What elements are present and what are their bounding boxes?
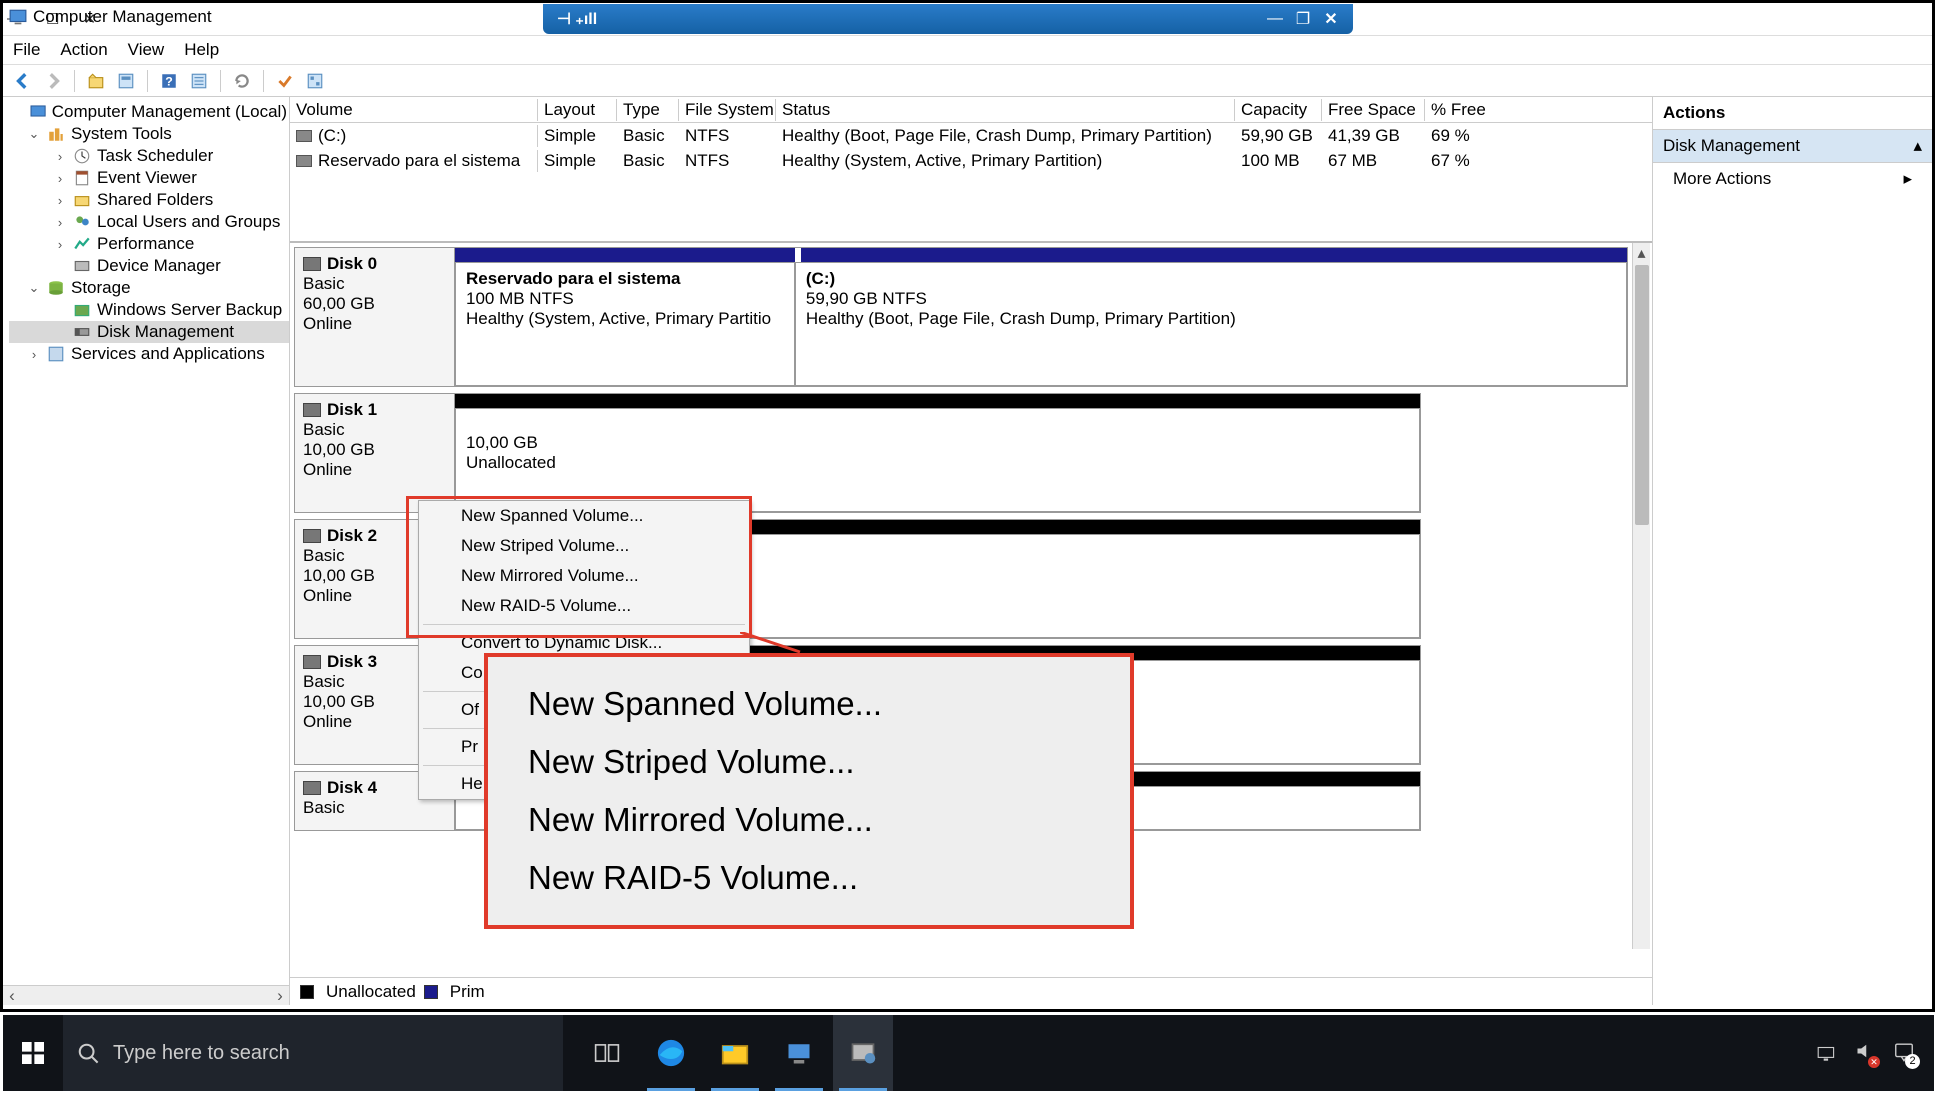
properties-icon[interactable] — [114, 69, 138, 93]
inner-window-titlebar: ⊣ ₊ıll — ❐ ✕ — [543, 4, 1353, 34]
forward-button[interactable] — [41, 69, 65, 93]
menu-action[interactable]: Action — [60, 40, 107, 60]
taskbar-compmgmt[interactable] — [833, 1015, 893, 1091]
disk-icon — [303, 403, 321, 417]
volume-row[interactable]: Reservado para el sistema Simple Basic N… — [290, 148, 1652, 173]
disk-icon — [303, 529, 321, 543]
partition-system-reserved[interactable]: Reservado para el sistema 100 MB NTFS He… — [455, 262, 795, 386]
tree-root[interactable]: Computer Management (Local) — [9, 101, 289, 123]
network-icon[interactable] — [1816, 1044, 1838, 1062]
vertical-scrollbar[interactable]: ▴ — [1632, 243, 1650, 949]
disk-icon — [303, 257, 321, 271]
taskbar-search[interactable]: Type here to search — [63, 1015, 563, 1091]
tree-disk-management[interactable]: Disk Management — [9, 321, 289, 343]
disk-icon — [303, 655, 321, 669]
legend-unallocated-swatch — [300, 985, 314, 999]
legend: Unallocated Prim — [290, 977, 1652, 1005]
inner-close-button[interactable]: ✕ — [1321, 9, 1341, 29]
tree-services-apps[interactable]: ›Services and Applications — [9, 343, 289, 365]
chevron-right-icon: ▸ — [1903, 169, 1912, 189]
ctx-new-spanned[interactable]: New Spanned Volume... — [419, 501, 749, 531]
tree-event-viewer[interactable]: ›Event Viewer — [9, 167, 289, 189]
signal-icon: ⊣ ₊ıll — [557, 9, 597, 29]
menu-file[interactable]: File — [13, 40, 40, 60]
actions-diskmgmt[interactable]: Disk Management▴ — [1653, 130, 1932, 163]
svg-text:?: ? — [165, 74, 173, 88]
computer-mgmt-icon — [9, 8, 27, 26]
ctx-new-mirrored[interactable]: New Mirrored Volume... — [419, 561, 749, 591]
view-list-icon[interactable] — [187, 69, 211, 93]
disk-row-1[interactable]: Disk 1 Basic10,00 GBOnline 10,00 GB Unal… — [294, 393, 1421, 513]
notifications-icon[interactable]: 2 — [1892, 1040, 1916, 1067]
disk-icon — [303, 781, 321, 795]
disk-row-0[interactable]: Disk 0 Basic60,00 GBOnline Reservado par… — [294, 247, 1628, 387]
actions-pane: Actions Disk Management▴ More Actions▸ — [1652, 97, 1932, 1005]
tree-windows-server-backup[interactable]: Windows Server Backup — [9, 299, 289, 321]
tree-task-scheduler[interactable]: ›Task Scheduler — [9, 145, 289, 167]
menu-help[interactable]: Help — [184, 40, 219, 60]
tree-shared-folders[interactable]: ›Shared Folders — [9, 189, 289, 211]
search-icon — [77, 1042, 99, 1064]
partition-unallocated[interactable]: 10,00 GB Unallocated — [455, 408, 1420, 512]
zoom-raid5: New RAID-5 Volume... — [528, 849, 1090, 907]
up-icon[interactable] — [84, 69, 108, 93]
system-tray[interactable]: ✕ 2 — [1816, 1040, 1934, 1067]
actions-more[interactable]: More Actions▸ — [1653, 163, 1932, 195]
help-icon[interactable]: ? — [157, 69, 181, 93]
taskbar-explorer[interactable] — [705, 1015, 765, 1091]
volume-icon — [296, 130, 312, 142]
back-button[interactable] — [11, 69, 35, 93]
start-button[interactable] — [3, 1015, 63, 1091]
tree-device-manager[interactable]: Device Manager — [9, 255, 289, 277]
tree-storage[interactable]: ⌄Storage — [9, 277, 289, 299]
ctx-new-striped[interactable]: New Striped Volume... — [419, 531, 749, 561]
inner-restore-button[interactable]: ❐ — [1293, 9, 1313, 29]
taskbar-taskview[interactable] — [577, 1015, 637, 1091]
tree-horizontal-scrollbar[interactable]: ‹› — [3, 985, 289, 1005]
ctx-new-raid5[interactable]: New RAID-5 Volume... — [419, 591, 749, 621]
check-icon[interactable] — [273, 69, 297, 93]
zoom-spanned: New Spanned Volume... — [528, 675, 1090, 733]
zoom-mirrored: New Mirrored Volume... — [528, 791, 1090, 849]
legend-primary-swatch — [424, 985, 438, 999]
menu-bar: File Action View Help — [3, 35, 1932, 65]
tree-system-tools[interactable]: ⌄System Tools — [9, 123, 289, 145]
partition-c[interactable]: (C:) 59,90 GB NTFS Healthy (Boot, Page F… — [795, 262, 1627, 386]
tree-pane[interactable]: Computer Management (Local) ⌄System Tool… — [3, 97, 290, 1005]
menu-view[interactable]: View — [128, 40, 165, 60]
taskbar-edge[interactable] — [641, 1015, 701, 1091]
zoom-callout: New Spanned Volume... New Striped Volume… — [484, 653, 1134, 929]
volume-list-header[interactable]: Volume Layout Type File System Status Ca… — [290, 97, 1652, 123]
volume-row[interactable]: (C:) Simple Basic NTFS Healthy (Boot, Pa… — [290, 123, 1652, 148]
tree-performance[interactable]: ›Performance — [9, 233, 289, 255]
volume-icon — [296, 155, 312, 167]
volume-icon[interactable]: ✕ — [1854, 1041, 1876, 1066]
inner-minimize-button[interactable]: — — [1265, 9, 1285, 29]
toolbar: ? — [3, 65, 1932, 97]
collapse-icon[interactable]: ▴ — [1913, 136, 1922, 156]
app-title: Computer Management — [9, 7, 212, 27]
tree-local-users[interactable]: ›Local Users and Groups — [9, 211, 289, 233]
zoom-striped: New Striped Volume... — [528, 733, 1090, 791]
settings-icon[interactable] — [303, 69, 327, 93]
actions-header: Actions — [1653, 97, 1932, 130]
taskbar[interactable]: Type here to search ✕ 2 — [3, 1015, 1934, 1091]
taskbar-server-manager[interactable] — [769, 1015, 829, 1091]
refresh-icon[interactable] — [230, 69, 254, 93]
